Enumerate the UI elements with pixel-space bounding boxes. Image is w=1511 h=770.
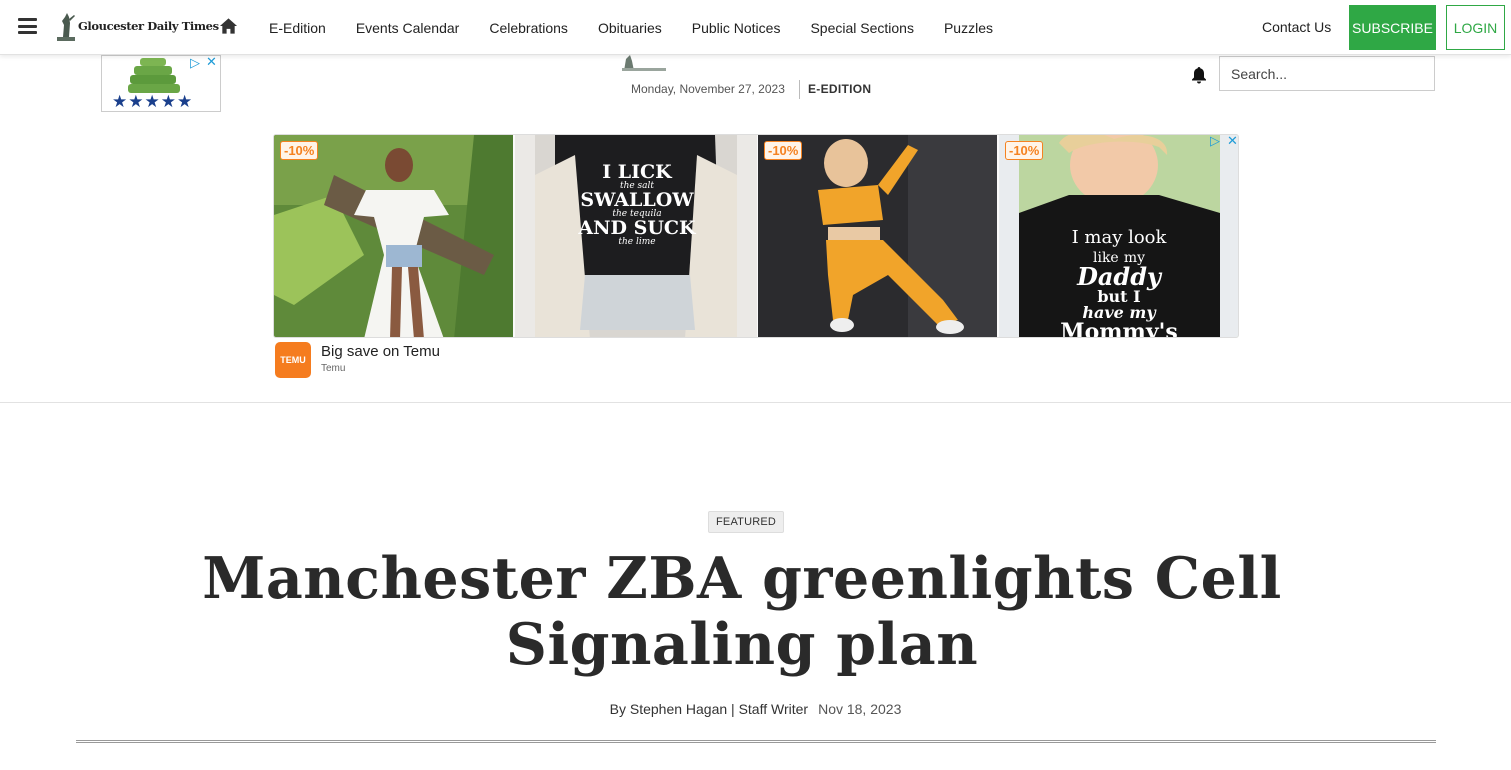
- masthead-logo-fragment: [622, 55, 666, 71]
- temu-ad-banner[interactable]: -10% I LICK the salt SWALLOW the tequila…: [273, 134, 1239, 338]
- nav-link-e-edition[interactable]: E-Edition: [269, 20, 326, 36]
- article-headline: Manchester ZBA greenlights Cell Signalin…: [202, 545, 1282, 678]
- login-button[interactable]: LOGIN: [1446, 5, 1505, 50]
- discount-badge: -10%: [1005, 141, 1044, 160]
- nav-link-puzzles[interactable]: Puzzles: [944, 20, 993, 36]
- site-logo[interactable]: Gloucester Daily Times: [55, 10, 219, 42]
- search-input[interactable]: [1219, 56, 1435, 91]
- masthead-eedition-link[interactable]: E-EDITION: [808, 82, 871, 96]
- contact-us-link[interactable]: Contact Us: [1262, 19, 1331, 35]
- ad-advertiser: Temu: [321, 363, 346, 374]
- ad-product-tile[interactable]: I LICK the salt SWALLOW the tequila AND …: [515, 135, 757, 337]
- article-byline-row: By Stephen Hagan | Staff Writer Nov 18, 2…: [0, 701, 1511, 717]
- nav-link-public-notices[interactable]: Public Notices: [692, 20, 781, 36]
- ad-close-icon[interactable]: ✕: [1227, 135, 1238, 149]
- nav-link-celebrations[interactable]: Celebrations: [489, 20, 568, 36]
- nav-link-obituaries[interactable]: Obituaries: [598, 20, 662, 36]
- adchoices-icon[interactable]: ▷: [190, 56, 200, 71]
- discount-badge: -10%: [764, 141, 803, 160]
- discount-badge: -10%: [280, 141, 319, 160]
- shirt-print-text: I may look like my Daddy but I have my M…: [1060, 227, 1178, 338]
- masthead-date: Monday, November 27, 2023: [631, 82, 785, 96]
- ad-title[interactable]: Big save on Temu: [321, 343, 440, 360]
- shirt-print-text: I LICK the salt SWALLOW the tequila AND …: [578, 161, 696, 247]
- ad-product-tile[interactable]: -10%: [758, 135, 997, 337]
- orange-activewear-image: [758, 135, 997, 337]
- featured-badge: FEATURED: [708, 511, 785, 533]
- nav-link-events-calendar[interactable]: Events Calendar: [356, 20, 460, 36]
- logo-text: Gloucester Daily Times: [78, 19, 219, 33]
- towels-image: [128, 58, 180, 93]
- home-icon[interactable]: [219, 17, 238, 35]
- white-ruffle-dress-image: [274, 135, 513, 337]
- top-nav: Gloucester Daily Times E-Edition Events …: [0, 0, 1511, 55]
- article-header-rule: [76, 740, 1436, 743]
- ad-product-tile[interactable]: I may look like my Daddy but I have my M…: [999, 135, 1238, 338]
- masthead-separator: [799, 80, 800, 99]
- fisherman-statue-icon: [57, 13, 75, 41]
- adchoices-icon[interactable]: ▷: [1210, 135, 1220, 149]
- bell-icon[interactable]: [1190, 66, 1208, 84]
- ad-product-tile[interactable]: -10%: [274, 135, 513, 337]
- ad-close-icon[interactable]: ✕: [206, 56, 217, 70]
- temu-logo: TEMU: [275, 342, 311, 378]
- nav-link-special-sections[interactable]: Special Sections: [810, 20, 914, 36]
- rating-stars: ★★★★★: [112, 92, 194, 111]
- section-divider: [0, 402, 1511, 403]
- article-byline[interactable]: By Stephen Hagan | Staff Writer: [610, 701, 808, 717]
- main-nav-links: E-Edition Events Calendar Celebrations O…: [269, 0, 1023, 55]
- menu-icon[interactable]: [18, 18, 37, 34]
- article-date: Nov 18, 2023: [818, 701, 902, 717]
- small-ad-banner[interactable]: ▷ ✕ ★★★★★: [101, 55, 221, 112]
- subscribe-button[interactable]: SUBSCRIBE: [1349, 5, 1436, 50]
